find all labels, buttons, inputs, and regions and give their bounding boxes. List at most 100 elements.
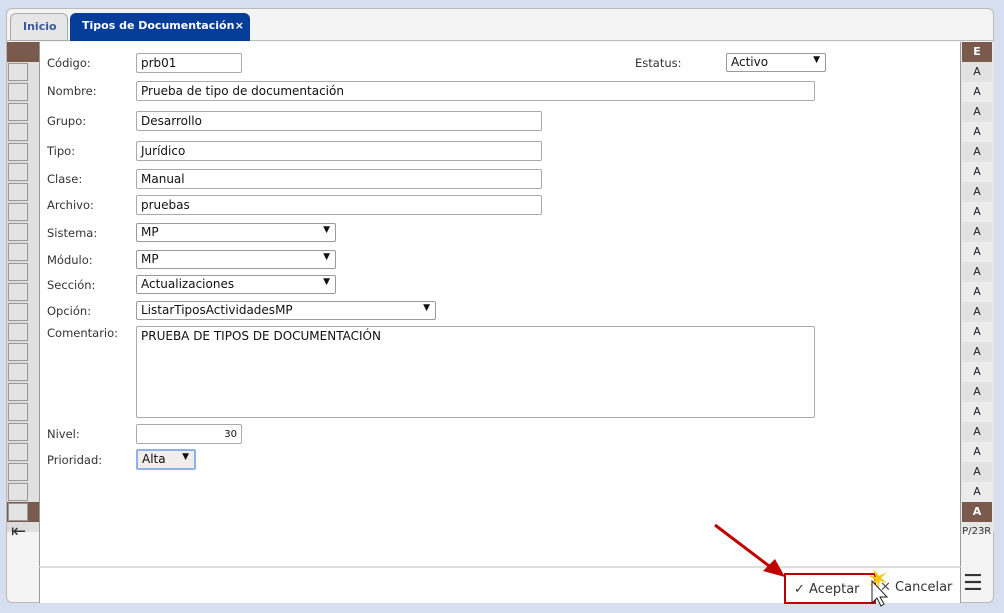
- pager-text: .P/23R: [959, 526, 992, 537]
- chevron-down-icon: ▼: [423, 303, 430, 313]
- archivo-label: Archivo:: [47, 198, 94, 212]
- grid-cell[interactable]: A: [962, 182, 992, 202]
- grid-cell[interactable]: A: [962, 422, 992, 442]
- clase-label: Clase:: [47, 172, 83, 186]
- sistema-label: Sistema:: [47, 226, 98, 240]
- red-arrow-annotation: [714, 523, 785, 577]
- grupo-label: Grupo:: [47, 114, 87, 128]
- estatus-select[interactable]: Activo ▼: [726, 53, 826, 72]
- check-icon: ✓: [794, 582, 805, 597]
- grupo-input[interactable]: Desarrollo: [136, 111, 542, 131]
- row-checkbox[interactable]: [8, 263, 28, 281]
- opcion-select[interactable]: ListarTiposActividadesMP ▼: [136, 301, 436, 320]
- modulo-select[interactable]: MP ▼: [136, 250, 336, 269]
- row-checkbox[interactable]: [8, 463, 28, 481]
- grid-cell[interactable]: A: [962, 482, 992, 502]
- tipo-label: Tipo:: [47, 144, 76, 158]
- seccion-label: Sección:: [47, 278, 96, 292]
- row-checkbox[interactable]: [8, 103, 28, 121]
- grid-cell[interactable]: A: [962, 442, 992, 462]
- grid-cell[interactable]: A: [962, 302, 992, 322]
- archivo-input[interactable]: pruebas: [136, 195, 542, 215]
- grid-cell[interactable]: A: [962, 342, 992, 362]
- nombre-label: Nombre:: [47, 84, 97, 98]
- grid-cell[interactable]: A: [962, 162, 992, 182]
- grid-cell[interactable]: A: [962, 262, 992, 282]
- comentario-label: Comentario:: [47, 326, 119, 340]
- row-checkbox[interactable]: [8, 403, 28, 421]
- nombre-input[interactable]: Prueba de tipo de documentación: [136, 81, 815, 101]
- cursor-icon: [868, 569, 889, 607]
- row-checkbox[interactable]: [8, 283, 28, 301]
- grid-cell[interactable]: A: [962, 82, 992, 102]
- nivel-input[interactable]: 30: [136, 424, 242, 444]
- grid-cell[interactable]: A: [962, 142, 992, 162]
- seccion-value: Actualizaciones: [141, 277, 235, 291]
- row-checkbox[interactable]: [8, 483, 28, 501]
- sistema-select[interactable]: MP ▼: [136, 223, 336, 242]
- row-checkbox[interactable]: [8, 183, 28, 201]
- grid-cell[interactable]: A: [962, 242, 992, 262]
- opcion-value: ListarTiposActividadesMP: [141, 303, 293, 317]
- row-checkbox[interactable]: [8, 143, 28, 161]
- tipo-input[interactable]: Jurídico: [136, 141, 542, 161]
- row-checkbox[interactable]: [8, 203, 28, 221]
- close-icon[interactable]: ×: [235, 13, 244, 39]
- row-checkbox[interactable]: [8, 123, 28, 141]
- estatus-value: Activo: [731, 55, 769, 69]
- row-checkbox[interactable]: [8, 303, 28, 321]
- codigo-label: Código:: [47, 56, 91, 70]
- modulo-value: MP: [141, 252, 159, 266]
- prioridad-value: Alta: [142, 452, 166, 466]
- chevron-down-icon: ▼: [323, 225, 330, 235]
- grid-cell[interactable]: A: [962, 322, 992, 342]
- grid-cell[interactable]: A: [962, 382, 992, 402]
- grid-header-e[interactable]: E: [962, 42, 992, 62]
- prioridad-select[interactable]: Alta ▼: [136, 449, 196, 470]
- grid-cell[interactable]: A: [962, 122, 992, 142]
- row-checkbox[interactable]: [8, 343, 28, 361]
- grid-column-e: .P/23R EAAAAAAAAAAAAAAAAAAAAAAA: [959, 42, 994, 537]
- row-checkbox[interactable]: [8, 363, 28, 381]
- document-type-form: Código: prb01 Estatus: Activo ▼ Nombre: P…: [39, 42, 961, 566]
- row-checkbox[interactable]: [8, 323, 28, 341]
- row-checkbox[interactable]: [8, 423, 28, 441]
- grid-cell[interactable]: A: [962, 402, 992, 422]
- prioridad-label: Prioridad:: [47, 453, 103, 467]
- grid-cell[interactable]: A: [962, 102, 992, 122]
- tab-tipos-documentacion[interactable]: Tipos de Documentación ×: [70, 13, 250, 41]
- row-checkbox[interactable]: [8, 163, 28, 181]
- row-checkbox[interactable]: [8, 503, 28, 521]
- estatus-label: Estatus:: [635, 56, 682, 70]
- grid-cell[interactable]: A: [962, 502, 992, 522]
- row-checkbox[interactable]: [8, 63, 28, 81]
- modulo-label: Módulo:: [47, 253, 93, 267]
- menu-icon[interactable]: ☰: [963, 571, 983, 596]
- chevron-down-icon: ▼: [813, 55, 820, 65]
- clase-input[interactable]: Manual: [136, 169, 542, 189]
- grid-cell[interactable]: A: [962, 62, 992, 82]
- grid-cell[interactable]: A: [962, 222, 992, 242]
- action-toolbar: ✓ Aceptar ✕ Cancelar: [39, 566, 961, 604]
- codigo-input[interactable]: prb01: [136, 53, 242, 73]
- row-checkbox[interactable]: [8, 223, 28, 241]
- nivel-label: Nivel:: [47, 427, 80, 441]
- tab-label: Tipos de Documentación: [82, 19, 235, 32]
- row-checkbox[interactable]: [8, 443, 28, 461]
- grid-cell[interactable]: A: [962, 462, 992, 482]
- comentario-textarea[interactable]: PRUEBA DE TIPOS DE DOCUMENTACIÓN: [136, 326, 815, 418]
- row-checkbox[interactable]: [8, 83, 28, 101]
- row-checkbox[interactable]: [8, 383, 28, 401]
- row-selector-column: ⇤: [7, 42, 39, 542]
- first-page-icon[interactable]: ⇤: [11, 522, 26, 542]
- grid-cell[interactable]: A: [962, 362, 992, 382]
- grid-cell[interactable]: A: [962, 282, 992, 302]
- grid-cell[interactable]: A: [962, 202, 992, 222]
- chevron-down-icon: ▼: [323, 252, 330, 262]
- seccion-select[interactable]: Actualizaciones ▼: [136, 275, 336, 294]
- chevron-down-icon: ▼: [323, 277, 330, 287]
- sistema-value: MP: [141, 225, 159, 239]
- opcion-label: Opción:: [47, 304, 92, 318]
- row-checkbox[interactable]: [8, 243, 28, 261]
- tab-inicio[interactable]: Inicio: [10, 13, 68, 41]
